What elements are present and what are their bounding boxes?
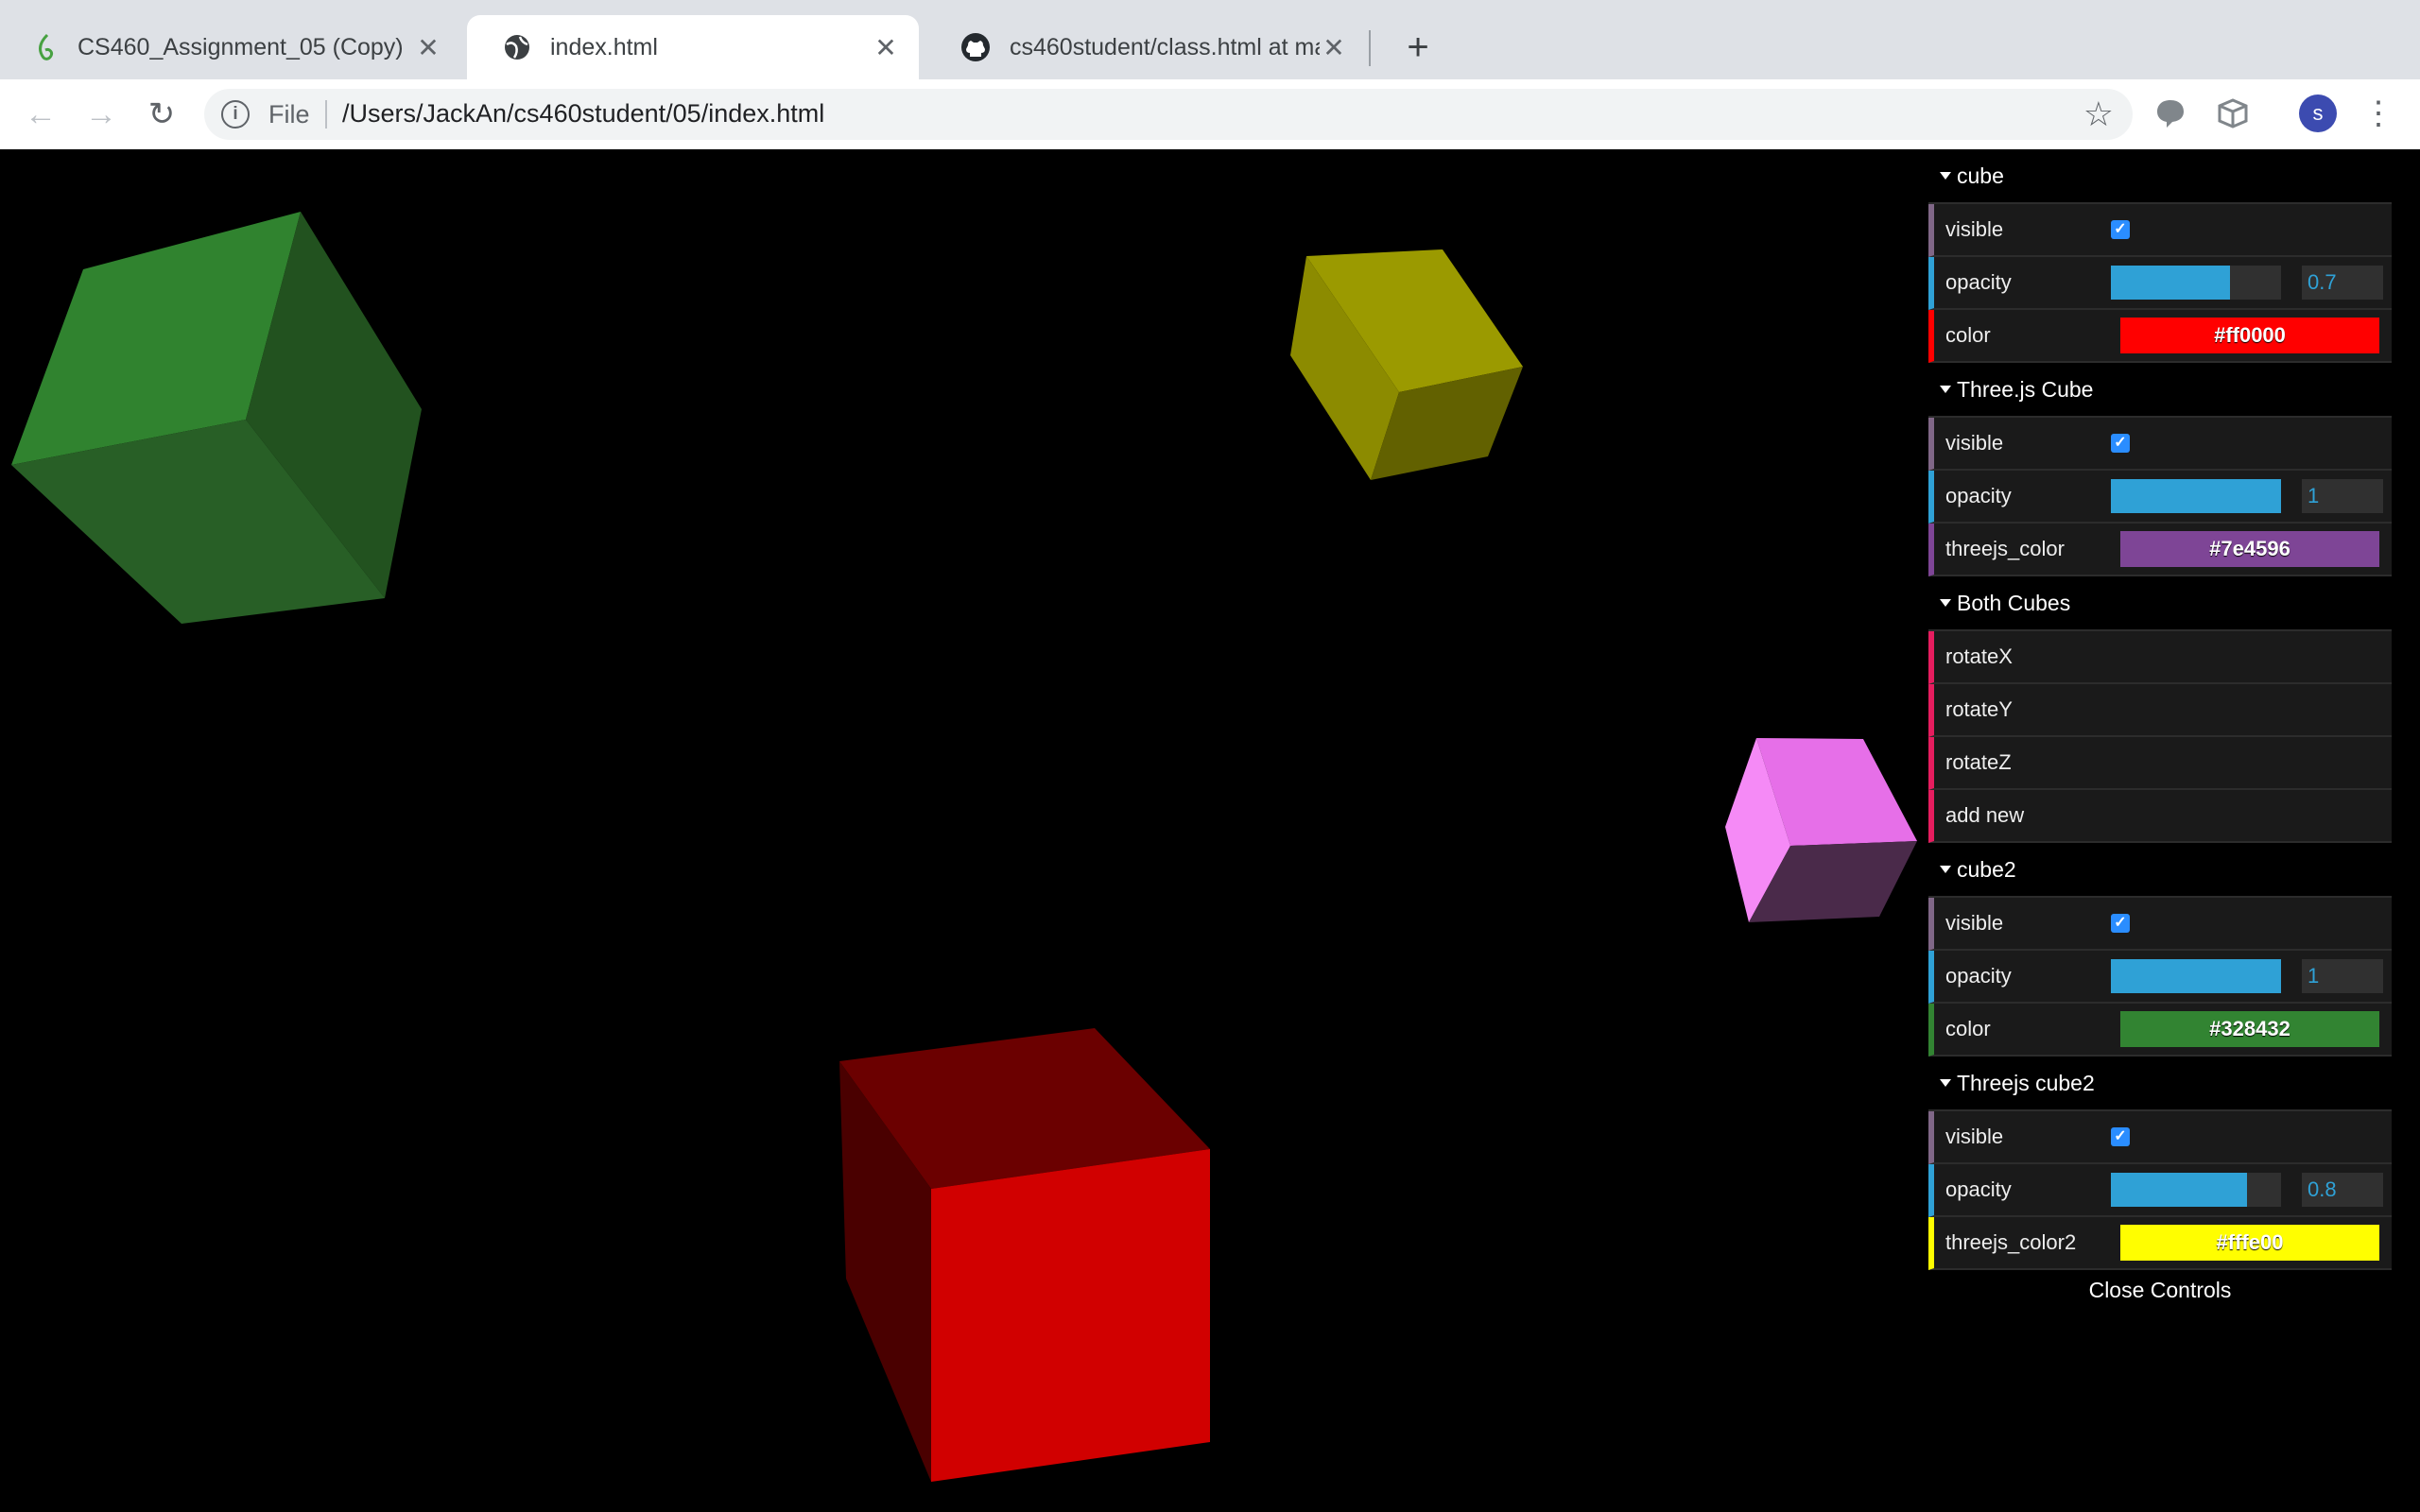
control-row-color: color #ff0000 [1928,310,2392,363]
slider-fill [2111,1173,2247,1207]
control-label: rotateZ [1945,750,2012,774]
control-label: visible [1945,431,2004,455]
slider-fill [2111,959,2281,993]
control-row-visible: visible ✓ [1928,1111,2392,1164]
control-label: color [1945,323,1991,347]
control-label: rotateY [1945,697,2013,721]
opacity-slider[interactable] [2111,1173,2281,1207]
control-row-opacity: opacity 1 [1928,951,2392,1004]
back-icon[interactable]: ← [19,93,62,136]
control-label: add new [1945,803,2025,827]
control-row-add-new[interactable]: add new [1928,790,2392,843]
bookmark-star-icon[interactable]: ☆ [2083,94,2114,134]
forward-icon[interactable]: → [79,93,123,136]
opacity-slider[interactable] [2111,266,2281,300]
red-cube [839,1028,1210,1482]
visible-checkbox[interactable]: ✓ [2111,434,2130,453]
close-tab-icon[interactable]: ✕ [414,32,442,63]
opacity-slider[interactable] [2111,959,2281,993]
control-label: rotateX [1945,644,2013,668]
url-text[interactable]: /Users/JackAn/cs460student/05/index.html [342,99,824,129]
control-label: opacity [1945,964,2012,988]
folder-title[interactable]: Both Cubes [1928,576,2392,631]
control-row-visible: visible ✓ [1928,418,2392,471]
github-icon [961,33,990,61]
browser-toolbar: ← → ↻ i File /Users/JackAn/cs460student/… [0,79,2420,151]
overleaf-leaf-icon [39,33,53,60]
control-label: opacity [1945,270,2012,294]
menu-kebab-icon[interactable]: ⋮ [2361,91,2395,136]
color-picker-input[interactable]: #7e4596 [2120,531,2379,567]
close-controls-button[interactable]: Close Controls [1928,1270,2392,1310]
opacity-input[interactable]: 0.8 [2302,1173,2383,1207]
control-row-opacity: opacity 1 [1928,471,2392,524]
tab-index-html[interactable]: index.html ✕ [467,15,919,79]
address-bar[interactable]: i File /Users/JackAn/cs460student/05/ind… [204,89,2133,140]
slider-fill [2111,266,2230,300]
folder-title[interactable]: cube2 [1928,843,2392,898]
control-row-opacity: opacity 0.7 [1928,257,2392,310]
opacity-input[interactable]: 1 [2302,479,2383,513]
close-tab-icon[interactable]: ✕ [1320,32,1348,63]
yellow-cube [1290,249,1523,480]
url-scheme: File [268,100,310,129]
control-label: opacity [1945,484,2012,507]
tab-github[interactable]: cs460student/class.html at ma ✕ [925,15,1367,79]
control-row-threejs-color2: threejs_color2 #fffe00 [1928,1217,2392,1270]
color-picker-input[interactable]: #ff0000 [2120,318,2379,353]
control-label: threejs_color [1945,537,2065,560]
control-row-rotatex[interactable]: rotateX [1928,631,2392,684]
close-tab-icon[interactable]: ✕ [872,32,900,63]
control-row-visible: visible ✓ [1928,898,2392,951]
info-icon[interactable]: i [221,100,250,129]
reload-icon[interactable]: ↻ [140,93,183,136]
tab-strip: CS460_Assignment_05 (Copy) ✕ index.html … [0,0,2420,79]
control-label: visible [1945,1125,2004,1148]
pink-cube [1725,738,1917,922]
opacity-slider[interactable] [2111,479,2281,513]
folder-title[interactable]: Threejs cube2 [1928,1057,2392,1111]
opacity-input[interactable]: 1 [2302,959,2383,993]
control-label: threejs_color2 [1945,1230,2077,1254]
folder-title[interactable]: Three.js Cube [1928,363,2392,418]
control-label: opacity [1945,1177,2012,1201]
control-row-rotatez[interactable]: rotateZ [1928,737,2392,790]
new-tab-button[interactable]: + [1397,23,1439,72]
extension-chat-icon[interactable] [2153,96,2187,130]
globe-icon [505,35,529,60]
opacity-input[interactable]: 0.7 [2302,266,2383,300]
control-label: color [1945,1017,1991,1040]
omnibox-divider [325,100,327,129]
profile-avatar[interactable]: s [2299,94,2337,132]
green-cube [11,212,422,624]
color-picker-input[interactable]: #fffe00 [2120,1225,2379,1261]
control-row-visible: visible ✓ [1928,204,2392,257]
visible-checkbox[interactable]: ✓ [2111,914,2130,933]
tab-title: CS460_Assignment_05 (Copy) [78,33,404,60]
tab-title: index.html [550,33,658,60]
tab-divider [1369,30,1371,66]
folder-title[interactable]: cube [1928,149,2392,204]
control-row-rotatey[interactable]: rotateY [1928,684,2392,737]
visible-checkbox[interactable]: ✓ [2111,220,2130,239]
control-label: visible [1945,911,2004,935]
tab-title: cs460student/class.html at ma [1010,33,1320,60]
tab-overleaf[interactable]: CS460_Assignment_05 (Copy) ✕ [0,15,461,79]
color-picker-input[interactable]: #328432 [2120,1011,2379,1047]
dat-gui-panel: cube visible ✓ opacity 0.7 color #ff0000 Three.… [1928,149,2392,1310]
control-row-threejs-color: threejs_color #7e4596 [1928,524,2392,576]
extension-cube-icon[interactable] [2216,96,2250,130]
visible-checkbox[interactable]: ✓ [2111,1127,2130,1146]
control-label: visible [1945,217,2004,241]
control-row-color: color #328432 [1928,1004,2392,1057]
slider-fill [2111,479,2281,513]
control-row-opacity: opacity 0.8 [1928,1164,2392,1217]
